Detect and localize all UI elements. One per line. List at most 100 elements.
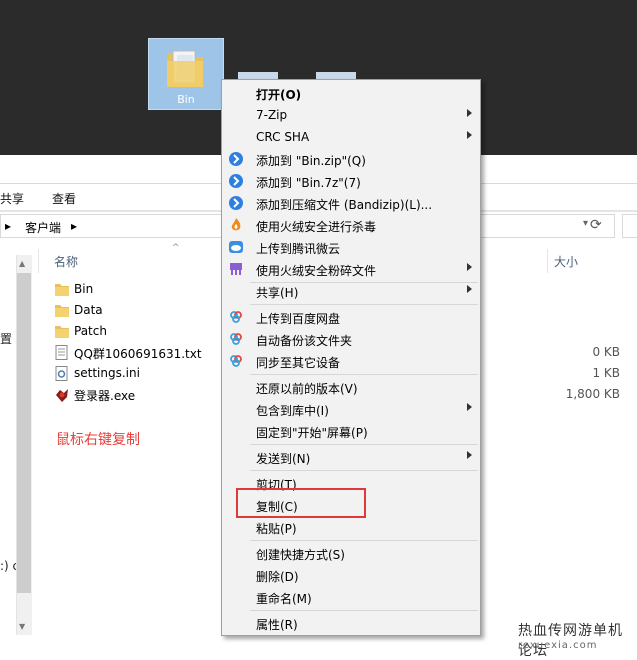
search-box[interactable] xyxy=(622,214,637,238)
submenu-arrow-icon xyxy=(467,403,472,411)
menu-separator xyxy=(250,444,478,445)
menu-item-label: 打开(O) xyxy=(256,88,302,102)
menu-item-label: 使用火绒安全粉碎文件 xyxy=(256,264,377,278)
column-divider xyxy=(547,249,548,273)
breadcrumb-separator: ▸ xyxy=(5,219,12,233)
sort-indicator-icon: ^ xyxy=(172,243,180,253)
weiyun-icon xyxy=(229,241,243,253)
menu-separator xyxy=(250,610,478,611)
ribbon-tab-share[interactable]: 共享 xyxy=(0,190,24,207)
shredder-icon xyxy=(230,263,242,275)
menu-item-send-to[interactable]: 发送到(N) xyxy=(222,446,480,468)
bandizip-icon xyxy=(229,174,243,188)
menu-item-label: 删除(D) xyxy=(256,570,299,584)
menu-separator xyxy=(250,470,478,471)
menu-item-sync[interactable]: 同步至其它设备 xyxy=(222,350,480,372)
file-size: 0 KB xyxy=(592,345,620,359)
menu-item-label: 使用火绒安全进行杀毒 xyxy=(256,220,377,234)
desktop-folder-bin[interactable]: Bin xyxy=(148,38,224,110)
nav-scrollbar-thumb[interactable] xyxy=(17,273,31,593)
menu-item-huorong-scan[interactable]: 使用火绒安全进行杀毒 xyxy=(222,214,480,236)
menu-item-label: 添加到 "Bin.zip"(Q) xyxy=(256,154,366,168)
file-size: 1,800 KB xyxy=(565,387,620,401)
file-size: 1 KB xyxy=(592,366,620,380)
menu-item-label: 7-Zip xyxy=(256,108,288,122)
file-name: Data xyxy=(74,303,103,317)
menu-item-delete[interactable]: 删除(D) xyxy=(222,564,480,586)
menu-item-label: 自动备份该文件夹 xyxy=(256,334,353,348)
desktop-folder-label: Bin xyxy=(177,93,195,106)
column-header-name[interactable]: 名称 xyxy=(54,253,78,270)
menu-item-label: 添加到压缩文件 (Bandizip)(L)... xyxy=(256,198,433,212)
menu-item-label: 属性(R) xyxy=(256,618,298,632)
menu-separator xyxy=(250,540,478,541)
menu-item-add-7z[interactable]: 添加到 "Bin.7z"(7) xyxy=(222,170,480,192)
menu-item-restore[interactable]: 还原以前的版本(V) xyxy=(222,376,480,398)
menu-item-label: 同步至其它设备 xyxy=(256,356,341,370)
menu-item-share[interactable]: 共享(H) xyxy=(222,280,480,302)
watermark-url: rexuexia.com xyxy=(518,640,598,651)
folder-icon xyxy=(55,305,69,317)
menu-item-label: 固定到"开始"屏幕(P) xyxy=(256,426,368,440)
settings-file-icon xyxy=(55,366,68,381)
menu-separator xyxy=(250,374,478,375)
menu-item-open[interactable]: 打开(O) xyxy=(222,82,480,104)
menu-item-add-zip[interactable]: 添加到 "Bin.zip"(Q) xyxy=(222,148,480,170)
file-name: Bin xyxy=(74,282,94,296)
menu-item-label: 共享(H) xyxy=(256,286,299,300)
file-name: 登录器.exe xyxy=(74,389,136,403)
menu-item-label: 创建快捷方式(S) xyxy=(256,548,345,562)
file-name: QQ群1060691631.txt xyxy=(74,347,202,361)
column-header-size[interactable]: 大小 xyxy=(554,253,578,270)
ribbon-tab-view[interactable]: 查看 xyxy=(52,190,76,207)
menu-item-7zip[interactable]: 7-Zip xyxy=(222,104,480,126)
baidu-cloud-icon xyxy=(230,333,242,345)
huorong-icon xyxy=(231,218,241,231)
menu-item-create-shortcut[interactable]: 创建快捷方式(S) xyxy=(222,542,480,564)
file-name: settings.ini xyxy=(74,366,140,380)
annotation-text: 鼠标右键复制 xyxy=(56,432,140,448)
refresh-icon[interactable]: ⟳ xyxy=(590,217,608,235)
menu-item-weiyun[interactable]: 上传到腾讯微云 xyxy=(222,236,480,258)
text-file-icon xyxy=(55,345,68,360)
menu-item-crc-sha[interactable]: CRC SHA xyxy=(222,126,480,148)
menu-item-label: 包含到库中(I) xyxy=(256,404,329,418)
breadcrumb-separator: ▸ xyxy=(71,219,78,233)
menu-item-label: 添加到 "Bin.7z"(7) xyxy=(256,176,361,190)
folder-icon xyxy=(55,284,69,296)
menu-item-label: 发送到(N) xyxy=(256,452,311,466)
menu-item-include-library[interactable]: 包含到库中(I) xyxy=(222,398,480,420)
menu-item-huorong-shred[interactable]: 使用火绒安全粉碎文件 xyxy=(222,258,480,280)
menu-item-label: 上传到百度网盘 xyxy=(256,312,341,326)
nav-item-partial[interactable]: 置 xyxy=(0,330,12,347)
menu-item-baidu-upload[interactable]: 上传到百度网盘 xyxy=(222,306,480,328)
menu-item-label: 粘贴(P) xyxy=(256,522,297,536)
submenu-arrow-icon xyxy=(467,109,472,117)
menu-item-label: 重命名(M) xyxy=(256,592,312,606)
chevron-down-icon[interactable]: ▾ xyxy=(583,218,588,229)
scroll-down-icon[interactable]: ▼ xyxy=(19,622,25,631)
column-divider xyxy=(38,249,39,273)
submenu-arrow-icon xyxy=(467,285,472,293)
menu-item-paste[interactable]: 粘贴(P) xyxy=(222,516,480,538)
folder-icon xyxy=(167,50,203,87)
menu-item-add-archive[interactable]: 添加到压缩文件 (Bandizip)(L)... xyxy=(222,192,480,214)
menu-item-pin-start[interactable]: 固定到"开始"屏幕(P) xyxy=(222,420,480,442)
menu-item-label: 上传到腾讯微云 xyxy=(256,242,341,256)
submenu-arrow-icon xyxy=(467,263,472,271)
bandizip-icon xyxy=(229,152,243,166)
menu-item-label: 还原以前的版本(V) xyxy=(256,382,358,396)
exe-icon xyxy=(56,389,68,402)
submenu-arrow-icon xyxy=(467,451,472,459)
menu-item-rename[interactable]: 重命名(M) xyxy=(222,586,480,608)
menu-item-properties[interactable]: 属性(R) xyxy=(222,612,480,634)
scroll-up-icon[interactable]: ▲ xyxy=(19,259,25,268)
menu-item-auto-backup[interactable]: 自动备份该文件夹 xyxy=(222,328,480,350)
baidu-cloud-icon xyxy=(230,355,242,367)
bandizip-icon xyxy=(229,196,243,210)
folder-icon xyxy=(55,326,69,338)
breadcrumb-client[interactable]: 客户端 xyxy=(25,219,61,236)
context-menu: 打开(O) 7-Zip CRC SHA 添加到 "Bin.zip"(Q) 添加到… xyxy=(221,79,481,636)
file-name: Patch xyxy=(74,324,107,338)
baidu-cloud-icon xyxy=(230,311,242,323)
